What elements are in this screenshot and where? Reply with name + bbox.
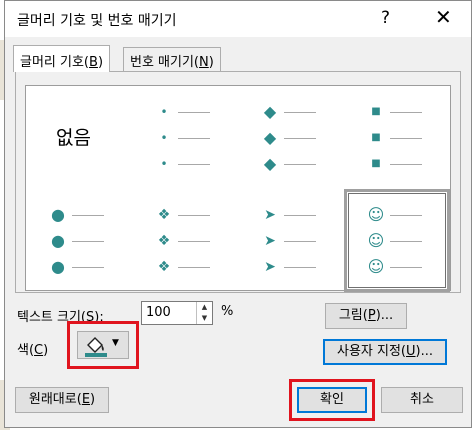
bullet-option-square[interactable]: ■ ■ ■	[344, 86, 450, 189]
small-dot-bullet-icon: •	[160, 157, 168, 171]
four-diamond-bullet-icon: ❖	[157, 233, 171, 249]
bullet-preview-row: ■	[344, 154, 450, 174]
four-diamond-bullet-icon: ❖	[157, 259, 171, 275]
preview-line	[178, 267, 210, 268]
preview-line	[178, 112, 210, 113]
preview-line	[390, 215, 422, 216]
bullet-option-none[interactable]: 없음	[26, 86, 132, 189]
help-icon[interactable]: ?	[381, 8, 390, 28]
diamond-bullet-icon: ◆	[263, 128, 277, 147]
smiley-bullet-icon: ☺	[367, 205, 385, 224]
bullet-preview-row: •	[132, 154, 238, 174]
preview-line	[284, 241, 316, 242]
bullet-preview-row: ❖	[132, 257, 238, 277]
preview-line	[390, 164, 422, 165]
preview-line	[178, 138, 210, 139]
bullet-option-small-dot[interactable]: • • •	[132, 86, 238, 189]
cancel-button[interactable]: 취소	[381, 387, 463, 413]
preview-line	[284, 112, 316, 113]
customize-button[interactable]: 사용자 지정(U)...	[323, 339, 447, 365]
bullet-preview-row: ●	[26, 205, 132, 225]
bullet-preview-row: ☺	[347, 257, 447, 277]
bullet-option-diamond[interactable]: ◆ ◆ ◆	[238, 86, 344, 189]
title-bar: 글머리 기호 및 번호 매기기 ? ✕	[5, 1, 471, 37]
spin-down-icon[interactable]: ▼	[197, 313, 212, 324]
preview-line	[72, 241, 104, 242]
preview-line	[284, 138, 316, 139]
color-label: 색(C)	[17, 343, 49, 358]
small-dot-bullet-icon: •	[160, 105, 168, 119]
diamond-bullet-icon: ◆	[263, 154, 277, 173]
bullet-option-smiley[interactable]: ☺ ☺ ☺	[344, 189, 450, 292]
bullets-numbering-dialog: 글머리 기호 및 번호 매기기 ? ✕ 글머리 기호(B) 번호 매기기(N) …	[4, 0, 472, 428]
preview-line	[178, 164, 210, 165]
bullet-preview-row: ◆	[238, 128, 344, 148]
square-bullet-icon: ■	[371, 158, 381, 169]
preview-line	[284, 215, 316, 216]
bullet-preview-row: ◆	[238, 154, 344, 174]
bullet-preview-row: ●	[26, 231, 132, 251]
preview-line	[390, 241, 422, 242]
diamond-bullet-icon: ◆	[263, 102, 277, 121]
four-diamond-bullet-icon: ❖	[157, 207, 171, 223]
tab-bullets[interactable]: 글머리 기호(B)	[13, 45, 111, 72]
bullet-preview-row: ➤	[238, 257, 344, 277]
preview-line	[390, 138, 422, 139]
highlight-box-ok	[289, 379, 375, 421]
bullet-style-grid: 없음 • • • ◆ ◆ ◆ ■ ■ ■ ● ● ● ❖ ❖ ❖ ➤ ➤ ➤ ☺ ☺ ☺	[25, 85, 451, 292]
bullet-preview-row: ❖	[132, 231, 238, 251]
reset-button[interactable]: 원래대로(E)	[15, 387, 109, 413]
text-size-spinner[interactable]: 100 ▲ ▼	[141, 301, 213, 325]
close-icon[interactable]: ✕	[435, 5, 452, 29]
bullet-preview-row: ■	[344, 102, 450, 122]
preview-line	[72, 267, 104, 268]
preview-line	[284, 164, 316, 165]
bullet-option-four-diamond[interactable]: ❖ ❖ ❖	[132, 189, 238, 292]
bullet-option-round-dot[interactable]: ● ● ●	[26, 189, 132, 292]
square-bullet-icon: ■	[371, 106, 381, 117]
round-dot-bullet-icon: ●	[51, 231, 65, 250]
bullet-none-label: 없음	[56, 127, 91, 149]
arrowhead-bullet-icon: ➤	[264, 233, 276, 249]
arrowhead-bullet-icon: ➤	[264, 259, 276, 275]
preview-line	[72, 215, 104, 216]
picture-button[interactable]: 그림(P)...	[325, 303, 407, 329]
bullet-preview-row: •	[132, 128, 238, 148]
bullet-option-arrowhead[interactable]: ➤ ➤ ➤	[238, 189, 344, 292]
highlight-box-color	[67, 321, 139, 369]
bullet-preview-row: ◆	[238, 102, 344, 122]
spin-up-icon[interactable]: ▲	[197, 302, 212, 313]
square-bullet-icon: ■	[371, 132, 381, 143]
tab-numbering[interactable]: 번호 매기기(N)	[123, 47, 221, 71]
preview-line	[284, 267, 316, 268]
bullet-preview-row: ☺	[347, 205, 447, 225]
round-dot-bullet-icon: ●	[51, 257, 65, 276]
small-dot-bullet-icon: •	[160, 131, 168, 145]
preview-line	[178, 215, 210, 216]
text-size-value[interactable]: 100	[146, 305, 171, 320]
round-dot-bullet-icon: ●	[51, 205, 65, 224]
bullet-preview-row: ➤	[238, 231, 344, 251]
dialog-title: 글머리 기호 및 번호 매기기	[17, 13, 177, 29]
bullet-preview-row: ■	[344, 128, 450, 148]
bullet-preview-row: ❖	[132, 205, 238, 225]
preview-line	[390, 112, 422, 113]
bullet-preview-row: ☺	[347, 231, 447, 251]
preview-line	[390, 267, 422, 268]
bullet-preview-row: ●	[26, 257, 132, 277]
percent-unit: %	[221, 304, 234, 319]
bullet-preview-row: ➤	[238, 205, 344, 225]
bullet-preview-row: •	[132, 102, 238, 122]
arrowhead-bullet-icon: ➤	[264, 207, 276, 223]
preview-line	[178, 241, 210, 242]
smiley-bullet-icon: ☺	[367, 231, 385, 250]
smiley-bullet-icon: ☺	[367, 257, 385, 276]
